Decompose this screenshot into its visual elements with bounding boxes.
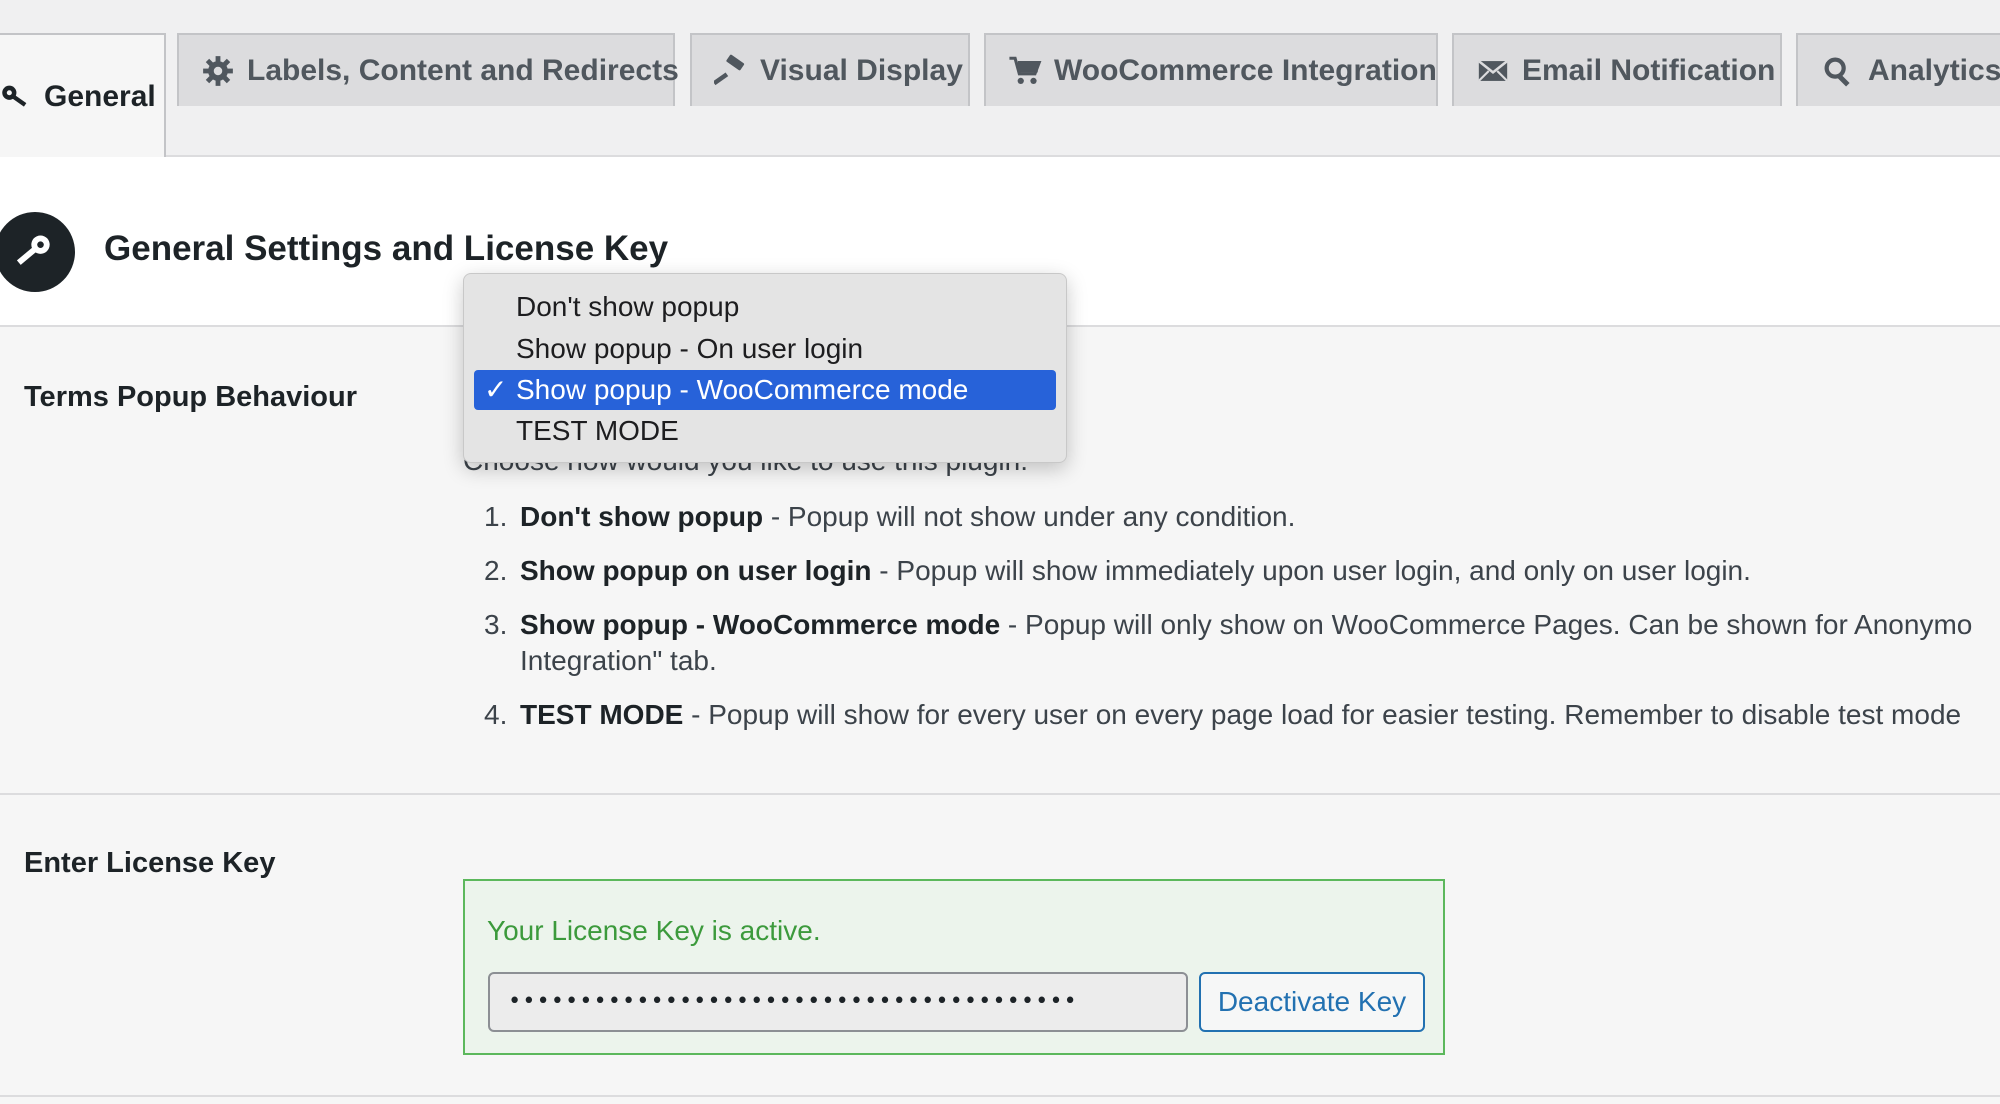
cart-icon bbox=[1008, 53, 1042, 89]
tab-label: Visual Display bbox=[760, 53, 963, 87]
dropdown-option-test-mode[interactable]: TEST MODE bbox=[474, 411, 1056, 451]
license-key-label: Enter License Key bbox=[24, 847, 276, 879]
tab-label: Email Notification bbox=[1522, 53, 1776, 87]
list-item: 2. Show popup on user login - Popup will… bbox=[484, 555, 1751, 586]
deactivate-key-button[interactable]: Deactivate Key bbox=[1199, 972, 1425, 1032]
tab-visual-display[interactable]: Visual Display bbox=[690, 33, 970, 106]
search-icon bbox=[1820, 53, 1856, 89]
envelope-icon bbox=[1476, 53, 1510, 89]
hammer-icon bbox=[714, 53, 748, 89]
tab-email-notification[interactable]: Email Notification bbox=[1452, 33, 1782, 106]
popup-behaviour-dropdown-menu: Don't show popup Show popup - On user lo… bbox=[463, 273, 1067, 463]
dropdown-option-dont-show[interactable]: Don't show popup bbox=[474, 287, 1056, 327]
tab-label: Labels, Content and Redirects bbox=[247, 53, 679, 87]
license-status-message: Your License Key is active. bbox=[487, 915, 821, 946]
tab-general[interactable]: General bbox=[0, 33, 166, 159]
checkmark-icon: ✓ bbox=[484, 374, 508, 405]
license-status-box: Your License Key is active. ••••••••••••… bbox=[463, 879, 1445, 1055]
list-item: 3. Show popup - WooCommerce mode - Popup… bbox=[484, 609, 1973, 676]
popup-options-explanation: 1. Don't show popup - Popup will not sho… bbox=[480, 499, 2000, 751]
dropdown-option-woocommerce-mode[interactable]: ✓ Show popup - WooCommerce mode bbox=[474, 370, 1056, 410]
gear-icon bbox=[201, 53, 235, 89]
license-key-field[interactable]: •••••••••••••••••••••••••••••••••••••••• bbox=[488, 972, 1188, 1032]
tab-label: General bbox=[44, 80, 156, 113]
tab-label: WooCommerce Integration bbox=[1054, 53, 1437, 87]
tab-woocommerce-integration[interactable]: WooCommerce Integration bbox=[984, 33, 1438, 106]
settings-tabs: General Labels, Content and Redirects Vi… bbox=[0, 0, 2000, 159]
license-key-row: Enter License Key Your License Key is ac… bbox=[0, 797, 2000, 1097]
list-item: 4. TEST MODE - Popup will show for every… bbox=[484, 699, 1962, 730]
tab-analytics[interactable]: Analytics bbox=[1796, 33, 2000, 106]
page-title: General Settings and License Key bbox=[104, 229, 669, 268]
list-item: 1. Don't show popup - Popup will not sho… bbox=[484, 501, 1296, 532]
key-icon bbox=[0, 212, 75, 292]
popup-behaviour-label: Terms Popup Behaviour bbox=[24, 381, 358, 413]
tab-labels-content-redirects[interactable]: Labels, Content and Redirects bbox=[177, 33, 679, 106]
dropdown-option-user-login[interactable]: Show popup - On user login bbox=[474, 329, 1056, 369]
key-icon bbox=[0, 79, 32, 115]
tab-label: Analytics bbox=[1868, 53, 2000, 87]
